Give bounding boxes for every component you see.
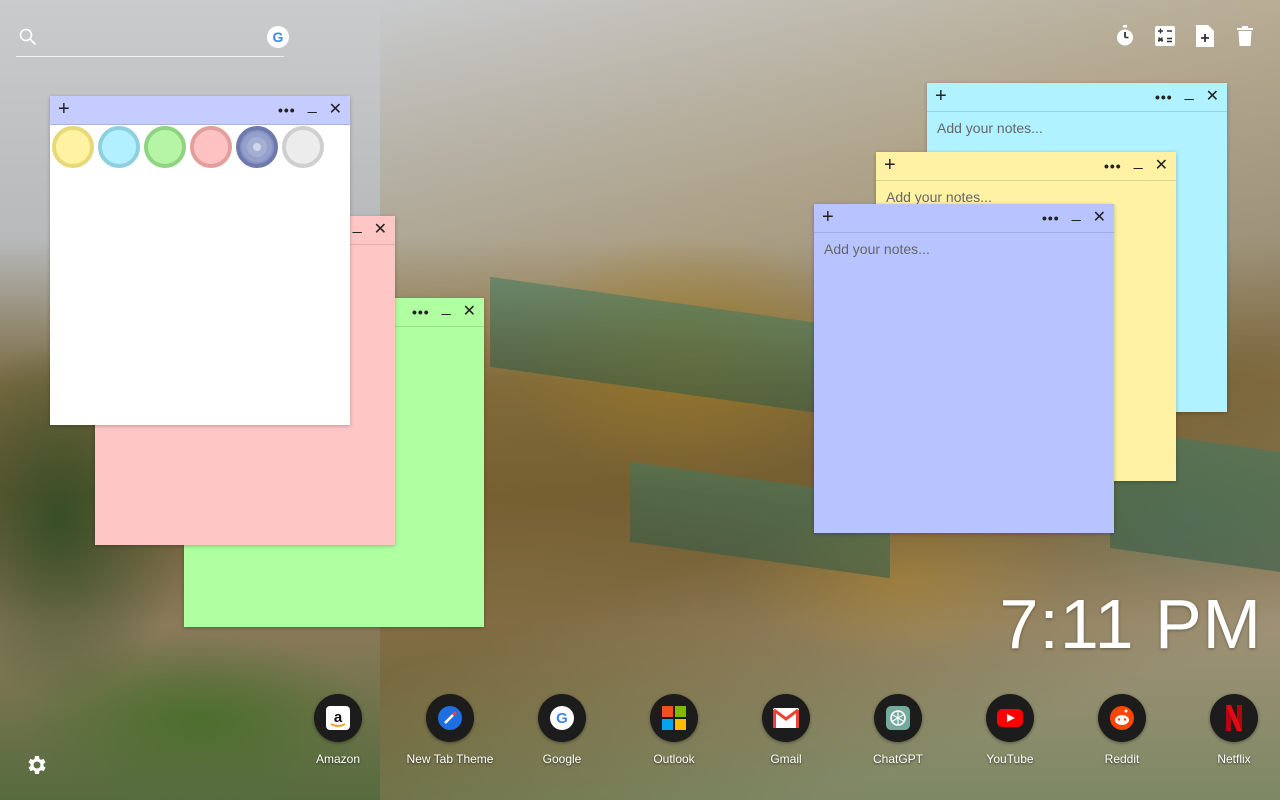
youtube-icon [986,694,1034,742]
svg-text:G: G [556,710,568,727]
note-menu-button[interactable]: ••• [278,102,296,118]
color-swatch-green[interactable] [144,126,186,168]
svg-text:a: a [334,709,343,726]
new-tab-theme-icon [426,694,474,742]
note-menu-button[interactable]: ••• [412,304,430,320]
note-add-button[interactable]: + [935,86,947,106]
google-icon[interactable]: G [267,26,289,48]
shortcut-dock: a Amazon New Tab Theme G Google Outlook … [282,694,1280,766]
note-minimize-button[interactable]: _ [1185,85,1194,101]
note-menu-button[interactable]: ••• [1104,158,1122,174]
app-label: Reddit [1104,752,1140,766]
note-close-button[interactable]: ✕ [374,222,387,238]
gmail-icon [762,694,810,742]
outlook-icon [650,694,698,742]
search-bar: G [16,24,289,57]
note-menu-button[interactable]: ••• [1042,210,1060,226]
clock: 7:11 PM [999,585,1262,663]
sticky-note-blue: + ••• _ ✕ [814,204,1114,533]
app-label: Netflix [1217,752,1251,766]
app-netflix[interactable]: Netflix [1178,694,1280,766]
color-swatch-cyan[interactable] [98,126,140,168]
note-minimize-button[interactable]: _ [308,98,317,114]
app-gmail[interactable]: Gmail [730,694,842,766]
note-minimize-button[interactable]: _ [442,300,451,316]
reddit-icon [1098,694,1146,742]
timer-icon[interactable] [1114,24,1136,48]
app-label: New Tab Theme [406,752,494,766]
color-swatch-blue[interactable] [236,126,278,168]
calculator-icon[interactable] [1154,24,1176,48]
background-roof [490,276,820,414]
netflix-icon [1210,694,1258,742]
note-header[interactable]: + ••• _ ✕ [814,204,1114,233]
note-header[interactable]: + ••• _ ✕ [876,152,1176,181]
app-outlook[interactable]: Outlook [618,694,730,766]
trash-icon[interactable] [1234,24,1256,48]
app-chatgpt[interactable]: ChatGPT [842,694,954,766]
google-icon: G [538,694,586,742]
sticky-note-white: + ••• _ ✕ [50,96,350,425]
app-label: Gmail [770,752,802,766]
note-close-button[interactable]: ✕ [329,102,342,118]
search-input[interactable] [48,28,252,52]
app-new-tab-theme[interactable]: New Tab Theme [394,694,506,766]
gear-icon[interactable] [24,753,48,777]
note-header[interactable]: + ••• _ ✕ [50,96,350,125]
note-minimize-button[interactable]: _ [1134,154,1143,170]
amazon-icon: a [314,694,362,742]
note-minimize-button[interactable]: _ [353,218,362,234]
chatgpt-icon [874,694,922,742]
note-header[interactable]: + ••• _ ✕ [927,83,1227,112]
new-note-icon[interactable] [1194,24,1216,48]
top-toolbar [1114,24,1256,48]
app-label: Google [542,752,582,766]
color-swatch-pink[interactable] [190,126,232,168]
app-reddit[interactable]: Reddit [1066,694,1178,766]
color-palette [52,126,324,168]
color-swatch-gray[interactable] [282,126,324,168]
note-menu-button[interactable]: ••• [1155,89,1173,105]
app-label: Outlook [653,752,695,766]
app-youtube[interactable]: YouTube [954,694,1066,766]
app-amazon[interactable]: a Amazon [282,694,394,766]
app-label: ChatGPT [872,752,923,766]
note-close-button[interactable]: ✕ [1206,89,1219,105]
note-textarea[interactable] [814,233,1114,533]
note-add-button[interactable]: + [884,155,896,175]
note-close-button[interactable]: ✕ [1093,210,1106,226]
app-google[interactable]: G Google [506,694,618,766]
search-icon[interactable] [18,27,38,47]
color-swatch-yellow[interactable] [52,126,94,168]
app-label: Amazon [315,752,361,766]
note-add-button[interactable]: + [58,99,70,119]
note-close-button[interactable]: ✕ [463,304,476,320]
note-minimize-button[interactable]: _ [1072,206,1081,222]
note-add-button[interactable]: + [822,207,834,227]
note-close-button[interactable]: ✕ [1155,158,1168,174]
app-label: YouTube [986,752,1034,766]
